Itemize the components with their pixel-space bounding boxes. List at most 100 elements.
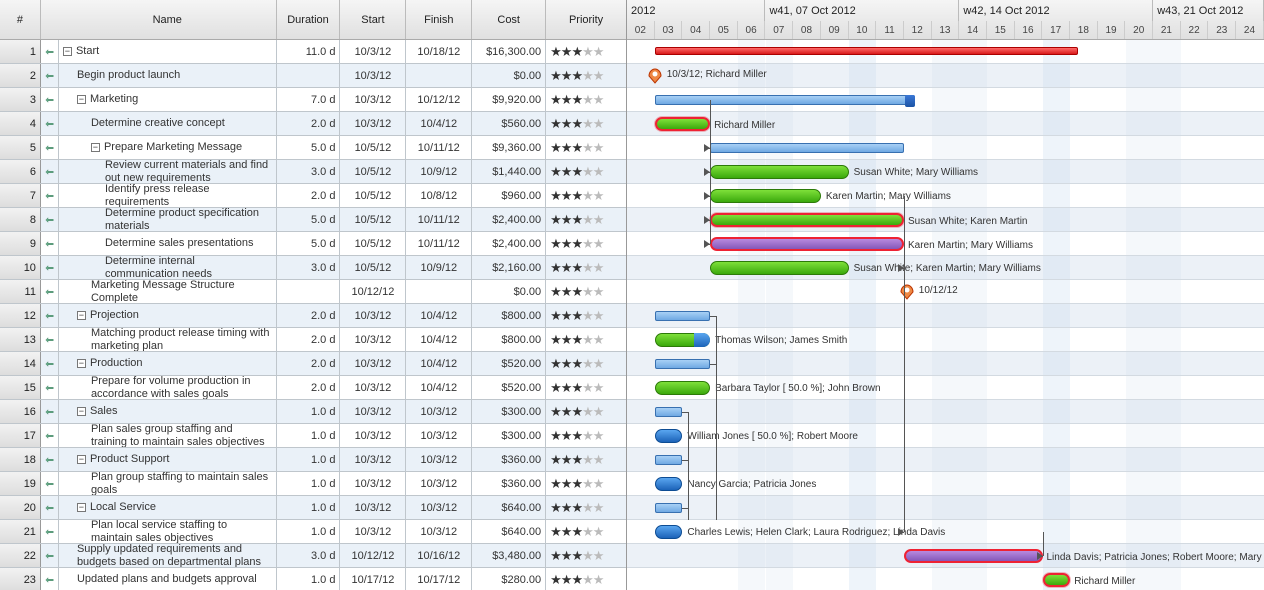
milestone-icon[interactable]: [647, 68, 663, 84]
cell-start[interactable]: 10/5/12: [340, 160, 406, 183]
cell-dur[interactable]: 1.0 d: [277, 472, 341, 495]
cell-cost[interactable]: $3,480.00: [472, 544, 546, 567]
week-header[interactable]: w42, 14 Oct 2012: [959, 0, 1153, 21]
table-row[interactable]: 18−Product Support1.0 d10/3/1210/3/12$36…: [0, 448, 626, 472]
cell-start[interactable]: 10/3/12: [340, 496, 406, 519]
cell-finish[interactable]: 10/4/12: [406, 112, 472, 135]
cell-start[interactable]: 10/3/12: [340, 40, 406, 63]
day-header[interactable]: 09: [821, 21, 849, 39]
cell-dur[interactable]: 1.0 d: [277, 400, 341, 423]
day-header[interactable]: 15: [987, 21, 1015, 39]
gantt-bar[interactable]: Thomas Wilson; James Smith: [655, 333, 710, 347]
day-header[interactable]: 19: [1098, 21, 1126, 39]
cell-cost[interactable]: $360.00: [472, 472, 546, 495]
gantt-bar[interactable]: Susan White; Karen Martin; Mary Williams: [710, 261, 849, 275]
day-header[interactable]: 14: [959, 21, 987, 39]
cell-finish[interactable]: 10/9/12: [406, 256, 472, 279]
cell-finish[interactable]: 10/11/12: [406, 208, 472, 231]
cell-finish[interactable]: 10/4/12: [406, 328, 472, 351]
task-name-cell[interactable]: Determine creative concept: [59, 112, 277, 135]
priority-stars[interactable]: ★★★★★: [546, 208, 626, 231]
task-name-cell[interactable]: Begin product launch: [59, 64, 277, 87]
priority-stars[interactable]: ★★★★★: [546, 256, 626, 279]
day-header[interactable]: 07: [765, 21, 793, 39]
cell-finish[interactable]: 10/11/12: [406, 136, 472, 159]
cell-cost[interactable]: $520.00: [472, 376, 546, 399]
cell-start[interactable]: 10/3/12: [340, 472, 406, 495]
priority-stars[interactable]: ★★★★★: [546, 568, 626, 590]
priority-stars[interactable]: ★★★★★: [546, 424, 626, 447]
gantt-bar[interactable]: Karen Martin; Mary Williams: [710, 189, 821, 203]
priority-stars[interactable]: ★★★★★: [546, 184, 626, 207]
gantt-bar[interactable]: Nancy Garcia; Patricia Jones: [655, 477, 683, 491]
task-name-cell[interactable]: Plan local service staffing to maintain …: [59, 520, 277, 543]
table-row[interactable]: 17Plan sales group staffing and training…: [0, 424, 626, 448]
cell-cost[interactable]: $800.00: [472, 304, 546, 327]
cell-cost[interactable]: $800.00: [472, 328, 546, 351]
cell-start[interactable]: 10/5/12: [340, 232, 406, 255]
cell-start[interactable]: 10/3/12: [340, 88, 406, 111]
day-header[interactable]: 05: [710, 21, 738, 39]
cell-start[interactable]: 10/3/12: [340, 424, 406, 447]
cell-start[interactable]: 10/3/12: [340, 328, 406, 351]
task-name-cell[interactable]: −Sales: [59, 400, 277, 423]
cell-start[interactable]: 10/5/12: [340, 208, 406, 231]
cell-dur[interactable]: 1.0 d: [277, 520, 341, 543]
cell-finish[interactable]: 10/3/12: [406, 424, 472, 447]
task-name-cell[interactable]: Determine sales presentations: [59, 232, 277, 255]
week-header[interactable]: 2012: [627, 0, 765, 21]
task-name-cell[interactable]: −Product Support: [59, 448, 277, 471]
cell-start[interactable]: 10/3/12: [340, 112, 406, 135]
col-cost[interactable]: Cost: [472, 0, 546, 39]
priority-stars[interactable]: ★★★★★: [546, 160, 626, 183]
priority-stars[interactable]: ★★★★★: [546, 352, 626, 375]
cell-start[interactable]: 10/5/12: [340, 136, 406, 159]
table-row[interactable]: 15Prepare for volume production in accor…: [0, 376, 626, 400]
col-name[interactable]: Name: [59, 0, 277, 39]
cell-dur[interactable]: [277, 280, 341, 303]
cell-dur[interactable]: 2.0 d: [277, 304, 341, 327]
gantt-bar[interactable]: Barbara Taylor [ 50.0 %]; John Brown: [655, 381, 710, 395]
gantt-bar[interactable]: [655, 503, 683, 513]
task-name-cell[interactable]: −Prepare Marketing Message: [59, 136, 277, 159]
day-header[interactable]: 17: [1042, 21, 1070, 39]
table-row[interactable]: 4Determine creative concept2.0 d10/3/121…: [0, 112, 626, 136]
cell-finish[interactable]: 10/8/12: [406, 184, 472, 207]
col-finish[interactable]: Finish: [406, 0, 472, 39]
cell-start[interactable]: 10/3/12: [340, 376, 406, 399]
day-header[interactable]: 12: [904, 21, 932, 39]
task-name-cell[interactable]: Determine product specification material…: [59, 208, 277, 231]
priority-stars[interactable]: ★★★★★: [546, 40, 626, 63]
collapse-toggle[interactable]: −: [77, 407, 86, 416]
cell-finish[interactable]: [406, 280, 472, 303]
cell-finish[interactable]: 10/3/12: [406, 472, 472, 495]
cell-cost[interactable]: $640.00: [472, 496, 546, 519]
cell-finish[interactable]: 10/12/12: [406, 88, 472, 111]
cell-finish[interactable]: 10/3/12: [406, 400, 472, 423]
cell-cost[interactable]: $560.00: [472, 112, 546, 135]
day-header[interactable]: 23: [1208, 21, 1236, 39]
gantt-bar[interactable]: Charles Lewis; Helen Clark; Laura Rodrig…: [655, 525, 683, 539]
priority-stars[interactable]: ★★★★★: [546, 64, 626, 87]
gantt-bar[interactable]: [655, 311, 710, 321]
day-header[interactable]: 08: [793, 21, 821, 39]
gantt-bar[interactable]: Linda Davis; Patricia Jones; Robert Moor…: [904, 549, 1043, 563]
cell-cost[interactable]: $0.00: [472, 280, 546, 303]
cell-cost[interactable]: $1,440.00: [472, 160, 546, 183]
collapse-toggle[interactable]: −: [77, 503, 86, 512]
cell-start[interactable]: 10/5/12: [340, 256, 406, 279]
day-header[interactable]: 21: [1153, 21, 1181, 39]
task-name-cell[interactable]: Marketing Message Structure Complete: [59, 280, 277, 303]
cell-cost[interactable]: $360.00: [472, 448, 546, 471]
table-row[interactable]: 12−Projection2.0 d10/3/1210/4/12$800.00★…: [0, 304, 626, 328]
col-priority[interactable]: Priority: [546, 0, 626, 39]
task-name-cell[interactable]: Prepare for volume production in accorda…: [59, 376, 277, 399]
task-name-cell[interactable]: Identify press release requirements: [59, 184, 277, 207]
cell-finish[interactable]: [406, 64, 472, 87]
milestone-icon[interactable]: [899, 284, 915, 300]
cell-start[interactable]: 10/3/12: [340, 520, 406, 543]
table-row[interactable]: 8Determine product specification materia…: [0, 208, 626, 232]
table-row[interactable]: 13Matching product release timing with m…: [0, 328, 626, 352]
cell-finish[interactable]: 10/3/12: [406, 520, 472, 543]
priority-stars[interactable]: ★★★★★: [546, 520, 626, 543]
